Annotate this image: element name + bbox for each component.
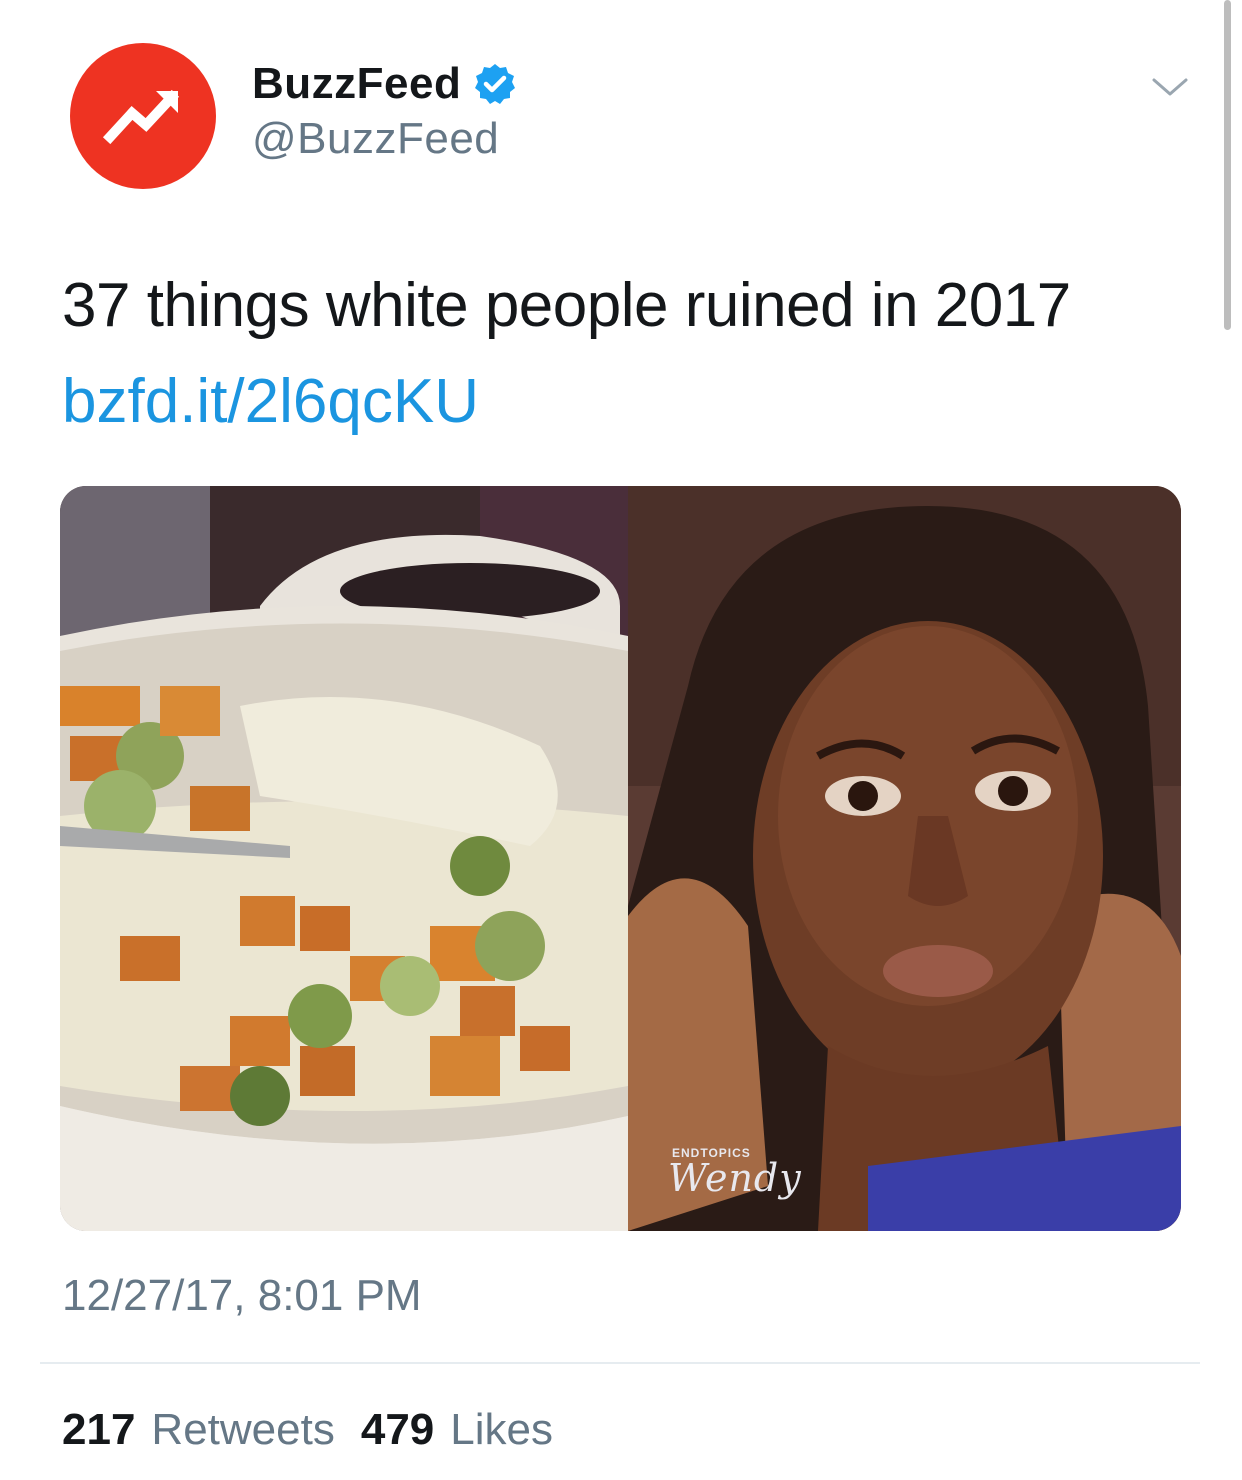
tweet-card: BuzzFeed @BuzzFeed 37 things white peopl… xyxy=(0,0,1242,1480)
display-name[interactable]: BuzzFeed xyxy=(252,59,461,109)
tweet-media[interactable]: Wendy ENDTOPICS xyxy=(60,486,1181,1231)
trending-arrow-icon xyxy=(102,89,180,145)
likes-stat[interactable]: 479 Likes xyxy=(361,1400,553,1460)
tweet-stats: 217 Retweets 479 Likes xyxy=(62,1400,579,1460)
show-watermark: Wendy xyxy=(668,1156,802,1200)
scrollbar[interactable] xyxy=(1224,0,1231,330)
chevron-down-icon[interactable] xyxy=(1150,72,1190,102)
verified-badge-icon xyxy=(475,64,516,104)
likes-label: Likes xyxy=(450,1405,553,1454)
reaction-face-image xyxy=(628,486,1181,1231)
user-handle[interactable]: @BuzzFeed xyxy=(252,114,499,164)
tweet-link[interactable]: bzfd.it/2l6qcKU xyxy=(62,364,479,440)
tweet-timestamp[interactable]: 12/27/17, 8:01 PM xyxy=(62,1266,422,1326)
likes-count: 479 xyxy=(360,1405,435,1454)
media-image-food[interactable] xyxy=(60,486,628,1231)
retweets-stat[interactable]: 217 Retweets xyxy=(62,1400,335,1460)
media-image-reaction[interactable]: Wendy ENDTOPICS xyxy=(628,486,1181,1231)
divider xyxy=(40,1362,1200,1364)
retweets-count: 217 xyxy=(62,1405,136,1454)
name-row: BuzzFeed xyxy=(252,56,517,112)
avatar[interactable] xyxy=(70,43,216,189)
tweet-text: 37 things white people ruined in 2017 xyxy=(62,271,1071,340)
casserole-dish-image xyxy=(60,486,628,1231)
retweets-label: Retweets xyxy=(151,1405,335,1454)
show-watermark-small: ENDTOPICS xyxy=(672,1146,751,1160)
